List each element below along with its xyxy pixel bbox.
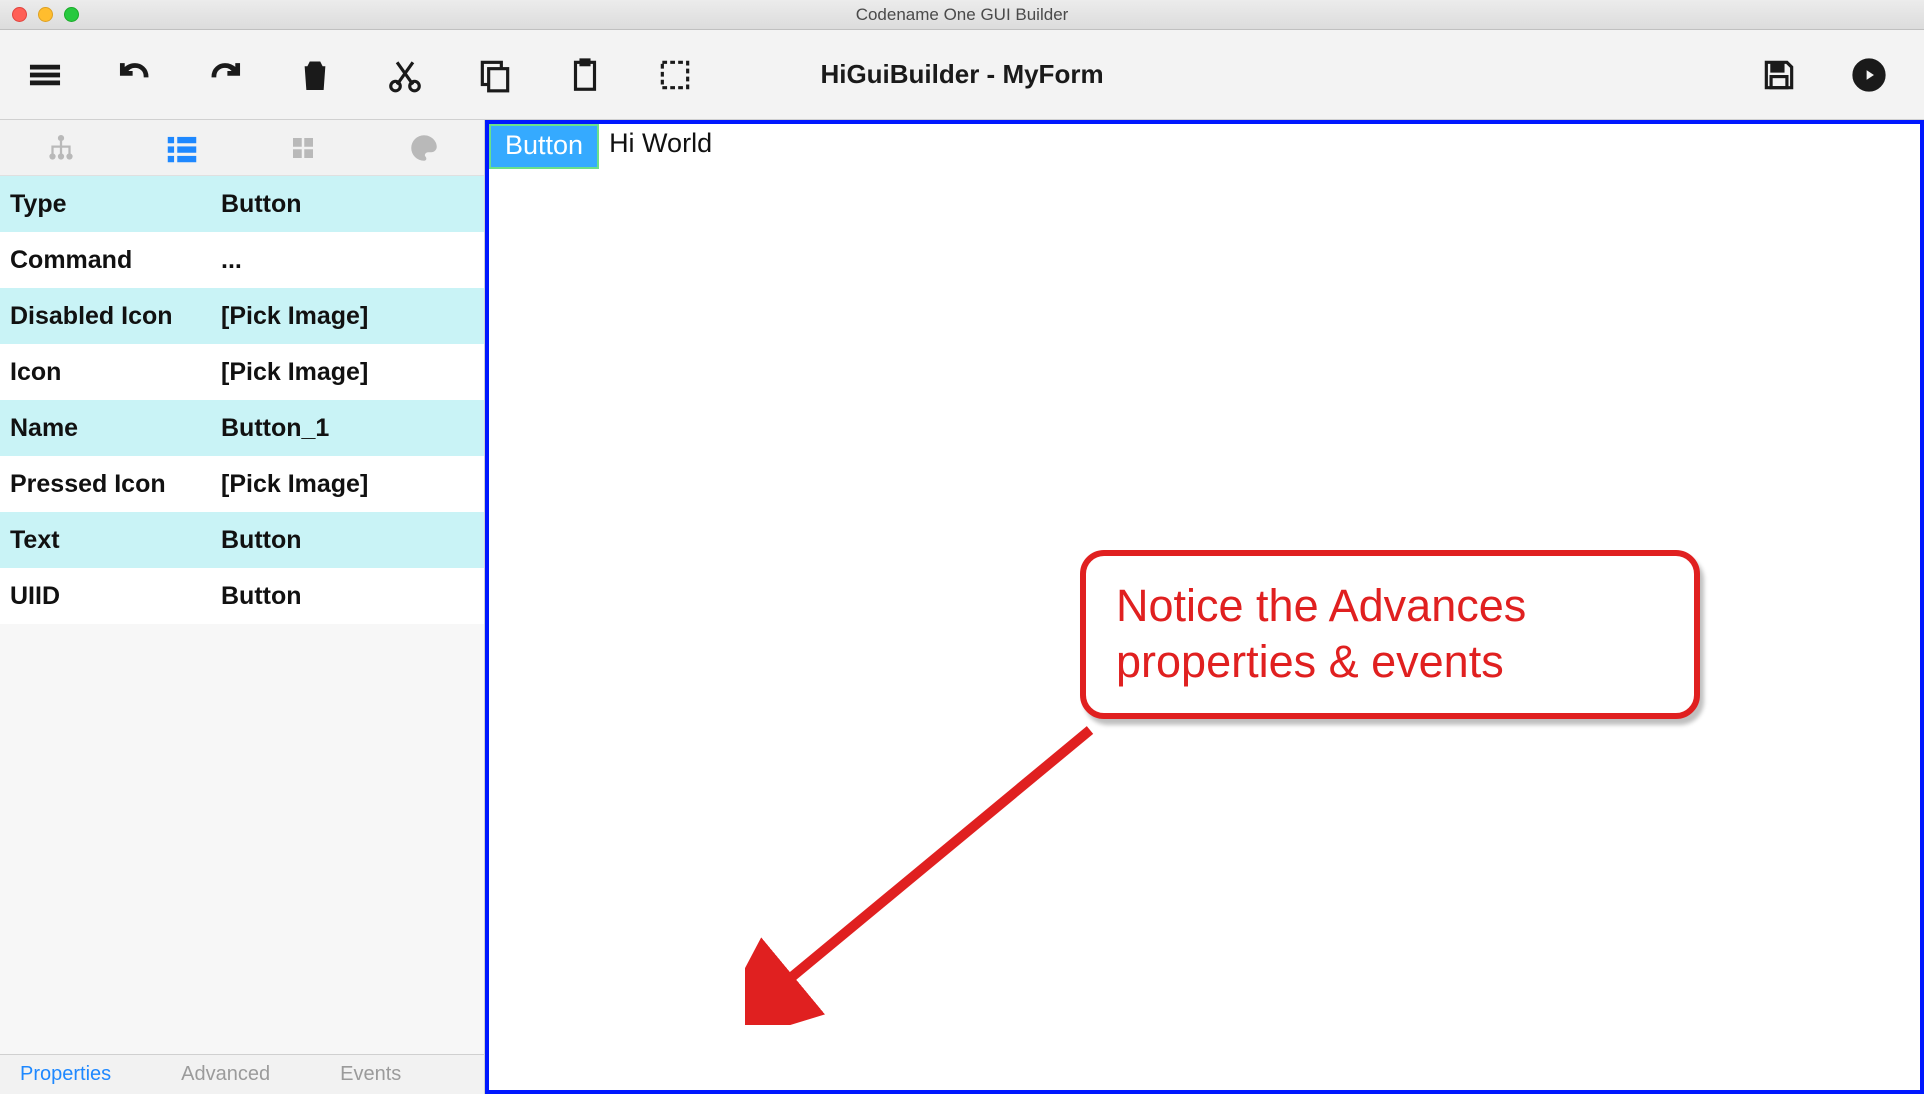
undo-button[interactable] xyxy=(90,30,180,120)
property-value[interactable]: Button xyxy=(215,190,484,219)
annotation-callout: Notice the Advances properties & events xyxy=(1080,550,1700,719)
trash-icon xyxy=(296,56,334,94)
property-row-name[interactable]: Name Button_1 xyxy=(0,400,484,456)
window-titlebar: Codename One GUI Builder xyxy=(0,0,1924,30)
cut-button[interactable] xyxy=(360,30,450,120)
theme-view-tab[interactable] xyxy=(401,125,446,170)
property-value[interactable]: Button xyxy=(215,526,484,555)
grid-icon xyxy=(288,133,318,163)
copy-button[interactable] xyxy=(450,30,540,120)
save-icon xyxy=(1760,56,1798,94)
properties-panel: Type Button Command ... Disabled Icon [P… xyxy=(0,176,484,1054)
redo-button[interactable] xyxy=(180,30,270,120)
scissors-icon xyxy=(386,56,424,94)
property-key: Name xyxy=(0,414,215,443)
annotation-line1: Notice the Advances xyxy=(1116,578,1664,634)
tree-icon xyxy=(44,131,78,165)
design-canvas[interactable]: Button Hi World Notice the Advances prop… xyxy=(485,120,1924,1094)
clipboard-icon xyxy=(566,56,604,94)
tab-properties[interactable]: Properties xyxy=(20,1063,111,1086)
property-row-command[interactable]: Command ... xyxy=(0,232,484,288)
property-key: UIID xyxy=(0,582,215,611)
window-controls xyxy=(12,7,79,22)
menu-button[interactable] xyxy=(0,30,90,120)
list-view-tab[interactable] xyxy=(159,125,204,170)
property-row-text[interactable]: Text Button xyxy=(0,512,484,568)
zoom-window-button[interactable] xyxy=(64,7,79,22)
save-button[interactable] xyxy=(1734,30,1824,120)
property-key: Type xyxy=(0,190,215,219)
select-all-button[interactable] xyxy=(630,30,720,120)
property-row-uiid[interactable]: UIID Button xyxy=(0,568,484,624)
property-value[interactable]: Button_1 xyxy=(215,414,484,443)
delete-button[interactable] xyxy=(270,30,360,120)
tab-events[interactable]: Events xyxy=(340,1063,401,1086)
main-toolbar: HiGuiBuilder - MyForm xyxy=(0,30,1924,120)
play-icon xyxy=(1850,56,1888,94)
property-row-pressed-icon[interactable]: Pressed Icon [Pick Image] xyxy=(0,456,484,512)
property-row-icon[interactable]: Icon [Pick Image] xyxy=(0,344,484,400)
property-row-type[interactable]: Type Button xyxy=(0,176,484,232)
property-value[interactable]: ... xyxy=(215,246,484,275)
label-widget[interactable]: Hi World xyxy=(599,124,722,165)
property-key: Icon xyxy=(0,358,215,387)
property-value[interactable]: Button xyxy=(215,582,484,611)
redo-icon xyxy=(206,56,244,94)
selected-component-outline: Button xyxy=(489,124,599,169)
sidebar-bottom-tabs: Properties Advanced Events xyxy=(0,1054,484,1094)
property-value[interactable]: [Pick Image] xyxy=(215,470,484,499)
copy-icon xyxy=(476,56,514,94)
paste-button[interactable] xyxy=(540,30,630,120)
palette-icon xyxy=(407,131,441,165)
list-icon xyxy=(163,129,201,167)
property-key: Command xyxy=(0,246,215,275)
undo-icon xyxy=(116,56,154,94)
property-key: Disabled Icon xyxy=(0,302,215,331)
sidebar: Type Button Command ... Disabled Icon [P… xyxy=(0,120,485,1094)
tree-view-tab[interactable] xyxy=(38,125,83,170)
sidebar-view-tabs xyxy=(0,120,484,176)
close-window-button[interactable] xyxy=(12,7,27,22)
hamburger-icon xyxy=(26,56,64,94)
property-key: Pressed Icon xyxy=(0,470,215,499)
run-button[interactable] xyxy=(1824,30,1914,120)
property-value[interactable]: [Pick Image] xyxy=(215,302,484,331)
property-row-disabled-icon[interactable]: Disabled Icon [Pick Image] xyxy=(0,288,484,344)
property-key: Text xyxy=(0,526,215,555)
grid-view-tab[interactable] xyxy=(280,125,325,170)
window-title: Codename One GUI Builder xyxy=(856,5,1069,25)
annotation-line2: properties & events xyxy=(1116,634,1664,690)
marquee-icon xyxy=(656,56,694,94)
property-value[interactable]: [Pick Image] xyxy=(215,358,484,387)
tab-advanced[interactable]: Advanced xyxy=(181,1063,270,1086)
minimize-window-button[interactable] xyxy=(38,7,53,22)
button-widget[interactable]: Button xyxy=(491,126,597,167)
form-title: HiGuiBuilder - MyForm xyxy=(820,59,1103,90)
